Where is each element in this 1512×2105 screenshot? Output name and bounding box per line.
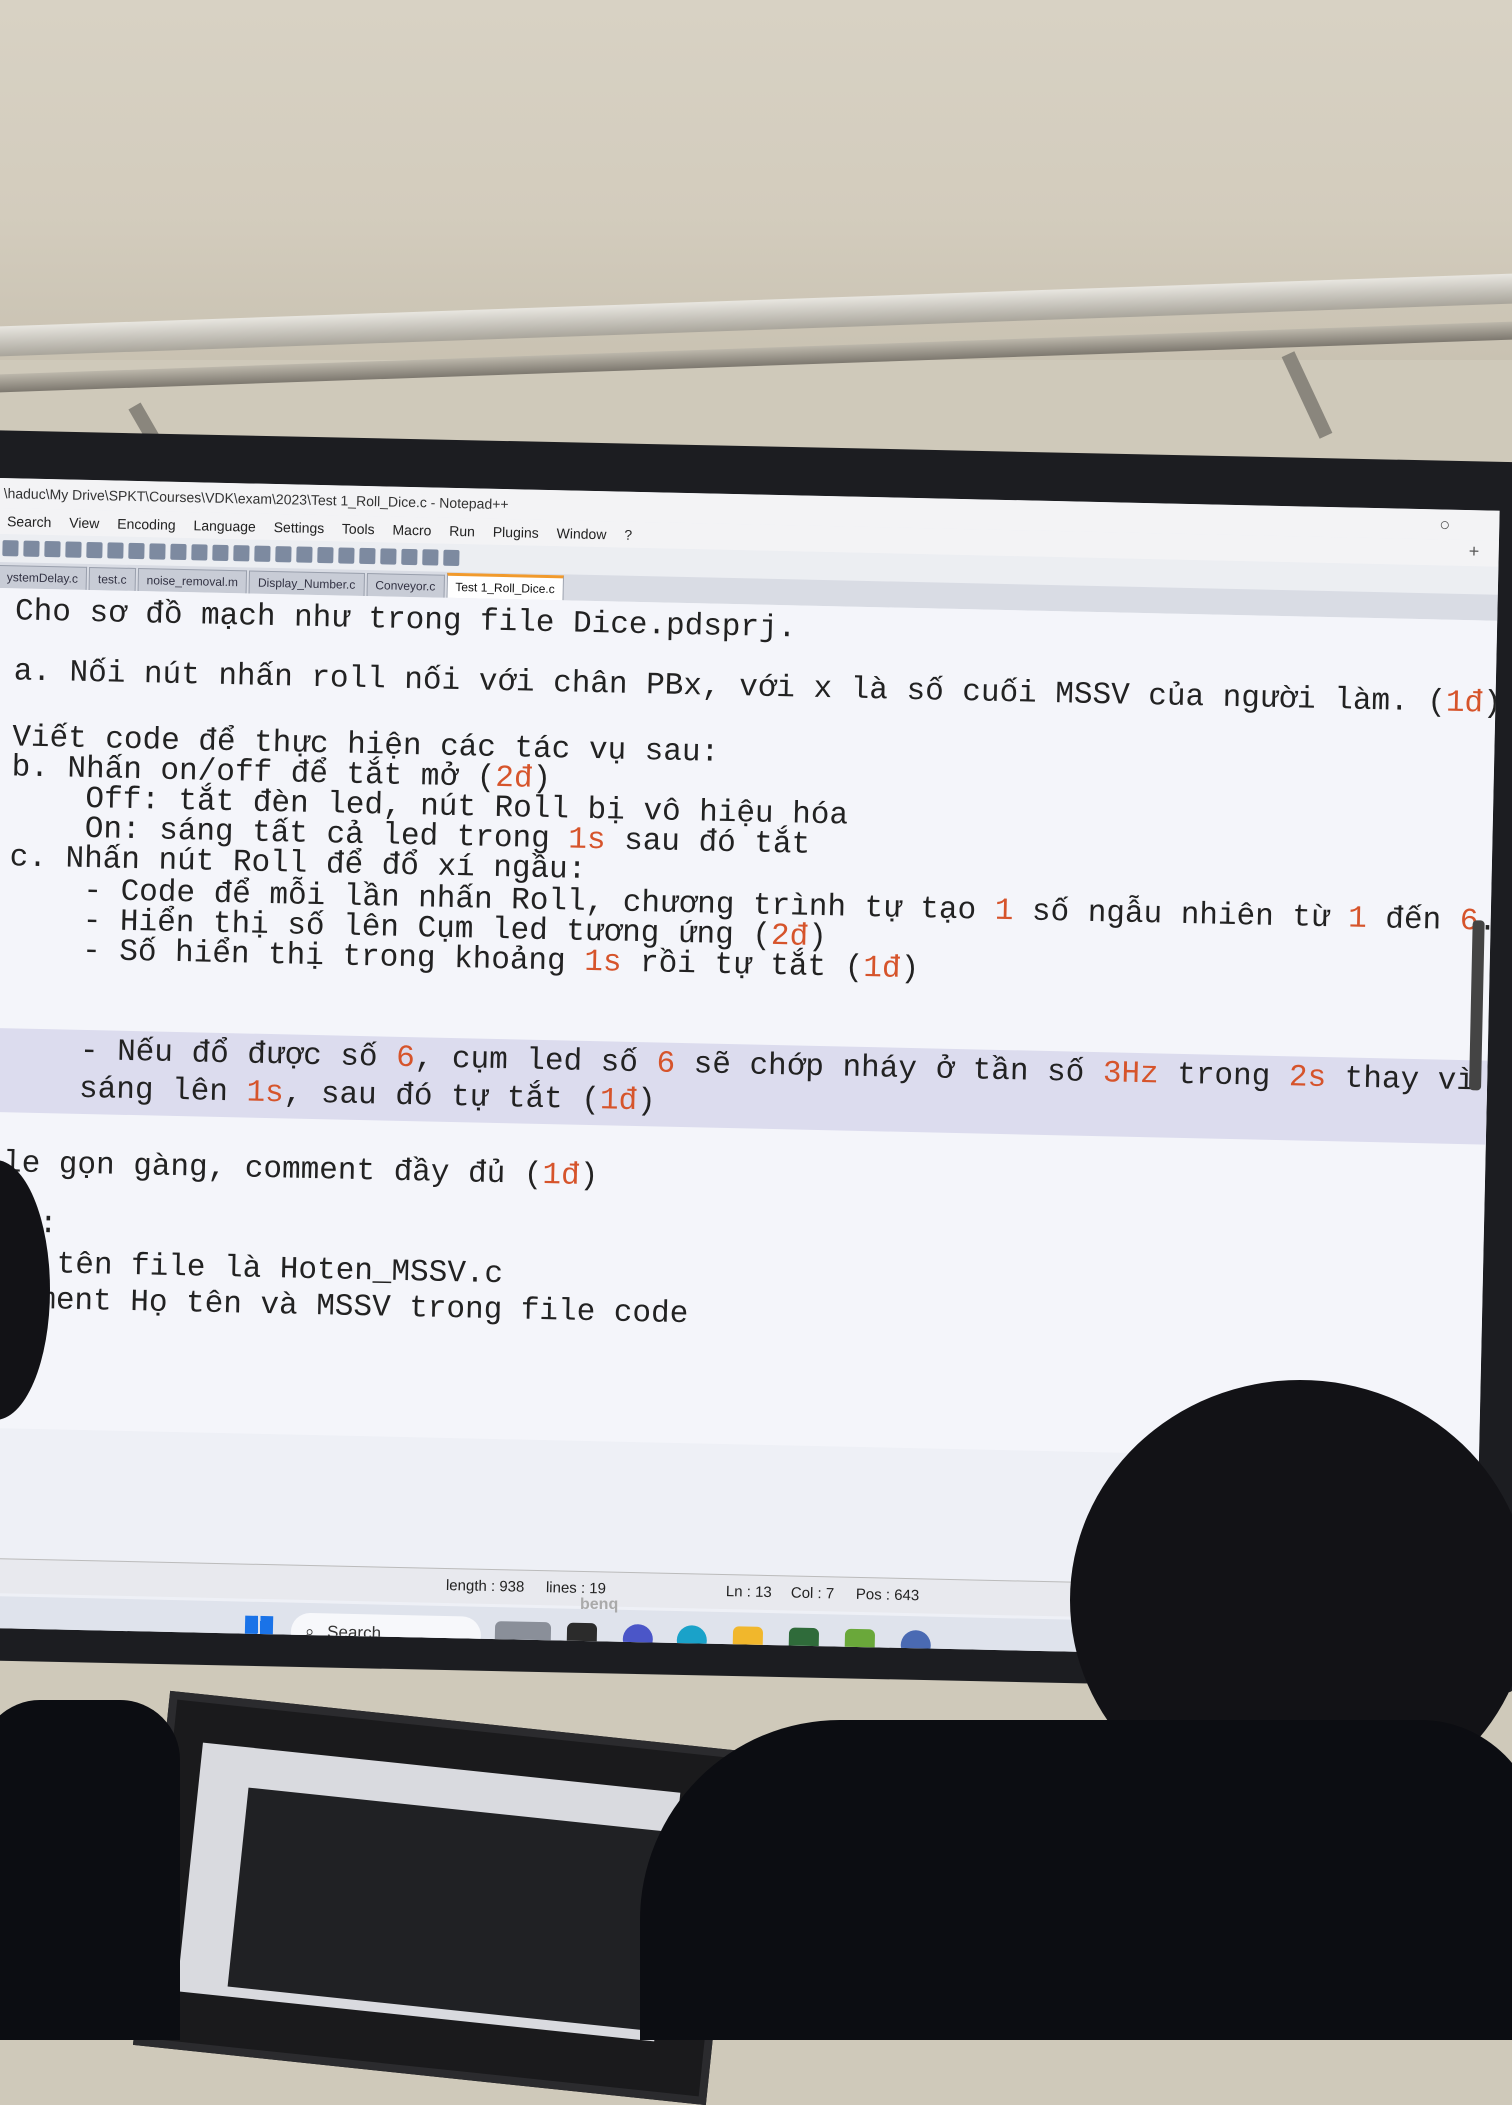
status-col: Col : 7 <box>790 1584 835 1603</box>
macro-stop-icon[interactable] <box>401 548 418 566</box>
person-right-body <box>640 1720 1512 2040</box>
rail-bracket-right <box>1281 351 1333 439</box>
editor-line-13: le gọn gàng, comment đầy đủ (1đ) <box>2 1146 599 1195</box>
tab-test1-roll-dice[interactable]: Test 1_Roll_Dice.c <box>446 572 564 601</box>
macro-save-icon[interactable] <box>443 549 460 567</box>
editor-line-2: a. Nối nút nhấn roll nối với chân PBx, v… <box>13 654 1500 722</box>
open-file-icon[interactable] <box>23 540 40 557</box>
tab-display-number[interactable]: Display_Number.c <box>248 570 365 596</box>
menu-encoding[interactable]: Encoding <box>117 516 176 533</box>
zoom-out-icon[interactable] <box>296 546 313 563</box>
menu-plugins[interactable]: Plugins <box>493 524 539 541</box>
menu-language[interactable]: Language <box>193 517 256 534</box>
macro-play-icon[interactable] <box>422 549 439 566</box>
menu-run[interactable]: Run <box>449 523 475 540</box>
menu-view[interactable]: View <box>69 515 99 532</box>
menu-settings[interactable]: Settings <box>274 519 325 536</box>
status-ln: Ln : 13 <box>725 1583 772 1602</box>
status-length: length : 938 <box>445 1576 525 1596</box>
undo-icon[interactable] <box>191 544 208 561</box>
monitor-brand: benq <box>580 1596 619 1613</box>
menu-macro[interactable]: Macro <box>392 522 431 539</box>
redo-icon[interactable] <box>212 544 229 561</box>
editor-line-16: omment Họ tên và MSSV trong file code <box>0 1282 689 1333</box>
new-tab-icon[interactable]: + <box>1468 536 1480 566</box>
person-left-body <box>0 1700 180 2040</box>
tab-test[interactable]: test.c <box>88 566 136 591</box>
copy-icon[interactable] <box>149 543 166 560</box>
tab-conveyor[interactable]: Conveyor.c <box>366 573 445 598</box>
tab-ystemdelay[interactable]: ystemDelay.c <box>0 564 88 590</box>
zoom-in-icon[interactable] <box>275 546 292 563</box>
indent-guide-icon[interactable] <box>359 547 376 565</box>
window-title: \haduc\My Drive\SPKT\Courses\VDK\exam\20… <box>3 485 509 513</box>
menu-window[interactable]: Window <box>556 525 606 542</box>
text-editor[interactable]: Cho sơ đồ mạch như trong file Dice.pdspr… <box>0 587 1500 1461</box>
sync-scroll-icon[interactable] <box>317 546 334 564</box>
new-file-icon[interactable] <box>2 540 19 557</box>
close-icon[interactable] <box>86 541 103 559</box>
menu-help[interactable]: ? <box>624 527 632 543</box>
editor-line-1: Cho sơ đồ mạch như trong file Dice.pdspr… <box>14 594 797 647</box>
cut-icon[interactable] <box>128 542 145 560</box>
menu-tools[interactable]: Tools <box>342 520 375 537</box>
tab-noise-removal[interactable]: noise_removal.m <box>137 568 248 594</box>
print-icon[interactable] <box>107 542 124 559</box>
wrap-icon[interactable] <box>338 547 355 564</box>
menu-search[interactable]: Search <box>7 513 52 530</box>
status-pos: Pos : 643 <box>855 1585 920 1605</box>
save-all-icon[interactable] <box>65 541 82 558</box>
restore-icon[interactable]: ○ <box>1439 509 1451 539</box>
macro-record-icon[interactable] <box>380 548 397 565</box>
replace-icon[interactable] <box>254 545 271 562</box>
save-icon[interactable] <box>44 540 61 558</box>
find-icon[interactable] <box>233 545 250 562</box>
paste-icon[interactable] <box>170 543 187 561</box>
